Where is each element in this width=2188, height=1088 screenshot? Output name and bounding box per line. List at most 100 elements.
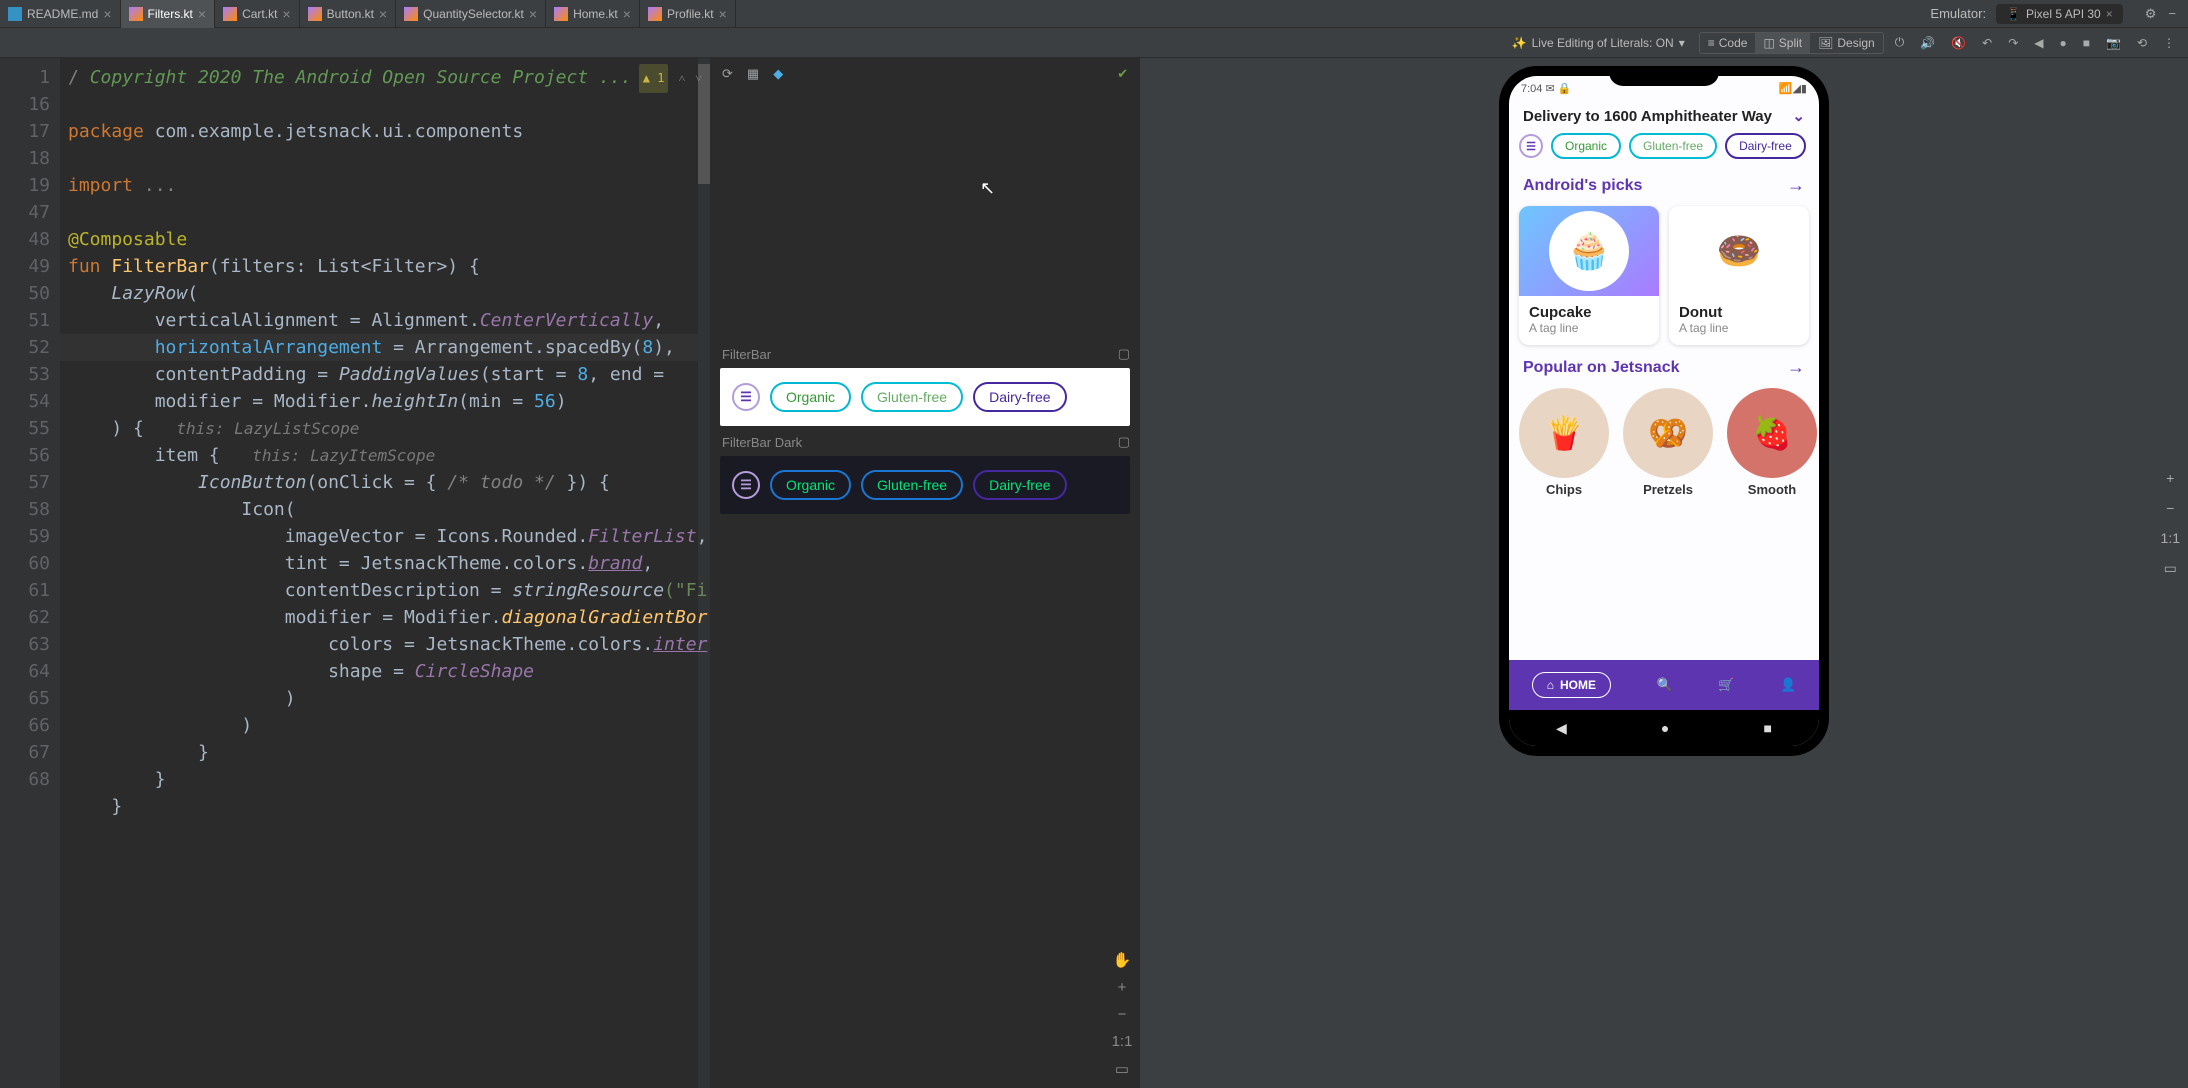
popular-chips[interactable]: 🍟Chips — [1519, 388, 1609, 497]
view-code[interactable]: ≡Code — [1700, 33, 1756, 53]
card-donut[interactable]: 🍩 DonutA tag line — [1669, 206, 1809, 345]
camera-icon[interactable]: 📷 — [2101, 36, 2126, 50]
chip-dairy[interactable]: Dairy-free — [973, 470, 1066, 500]
popular-pretzels[interactable]: 🥨Pretzels — [1623, 388, 1713, 497]
compose-preview: ⟳ ▦ ◆ ✔ ↖ FilterBar▢ ☰ Organic Gluten-fr… — [710, 58, 1140, 1088]
fit-icon[interactable]: ▭ — [2164, 560, 2177, 577]
code-editor[interactable]: 1161718194748495051525354555657585960616… — [0, 58, 710, 1088]
markdown-icon — [8, 7, 22, 21]
popular-smoothie[interactable]: 🍓Smooth — [1727, 388, 1817, 497]
snack-label: Chips — [1519, 482, 1609, 497]
home-icon[interactable]: ● — [2054, 36, 2071, 50]
chip-organic[interactable]: Organic — [1551, 133, 1621, 159]
arrow-right-icon[interactable]: → — [1787, 175, 1805, 196]
zoom-ratio[interactable]: 1:1 — [1110, 1033, 1134, 1050]
sys-back[interactable]: ◀ — [1556, 720, 1567, 737]
close-icon[interactable]: × — [379, 6, 387, 22]
close-icon[interactable]: × — [282, 6, 290, 22]
nav-cart-icon[interactable]: 🛒 — [1718, 677, 1734, 693]
view-mode-segment: ≡Code ◫Split 🖼Design — [1699, 32, 1884, 54]
inspection-markers[interactable]: ▲ 1 ˄ ˅ — [639, 64, 702, 93]
close-icon[interactable]: × — [198, 6, 206, 22]
kotlin-icon — [554, 7, 568, 21]
zoom-ratio[interactable]: 1:1 — [2161, 530, 2180, 546]
nav-search-icon[interactable]: 🔍 — [1657, 677, 1673, 693]
overview-icon[interactable]: ■ — [2078, 36, 2095, 50]
device-outline-icon[interactable]: ▢ — [1118, 434, 1130, 450]
view-split[interactable]: ◫Split — [1755, 33, 1810, 53]
filter-icon[interactable]: ☰ — [732, 383, 760, 411]
close-icon[interactable]: × — [719, 6, 727, 22]
nav-profile-icon[interactable]: 👤 — [1780, 677, 1796, 693]
chip-gluten[interactable]: Gluten-free — [1629, 133, 1717, 159]
picks-cards[interactable]: 🧁 CupcakeA tag line 🍩 DonutA tag line — [1509, 200, 1819, 351]
phone-notch — [1609, 66, 1719, 86]
section-popular: Popular on Jetsnack → — [1509, 351, 1819, 382]
preview-filterbar-light[interactable]: ☰ Organic Gluten-free Dairy-free — [720, 368, 1130, 426]
kotlin-icon — [404, 7, 418, 21]
more-icon[interactable]: ⋮ — [2158, 36, 2180, 50]
nav-home[interactable]: ⌂HOME — [1532, 672, 1611, 698]
zoom-out-button[interactable]: − — [2166, 500, 2174, 516]
snack-image: 🍩 — [1699, 211, 1779, 291]
close-icon[interactable]: × — [103, 6, 111, 22]
sys-home[interactable]: ● — [1661, 720, 1669, 736]
layers-icon[interactable]: ◆ — [773, 66, 783, 82]
chip-organic[interactable]: Organic — [770, 470, 851, 500]
close-icon[interactable]: × — [2106, 7, 2113, 21]
filter-icon[interactable]: ☰ — [732, 471, 760, 499]
popular-row[interactable]: 🍟Chips 🥨Pretzels 🍓Smooth — [1509, 382, 1819, 503]
sys-overview[interactable]: ■ — [1763, 720, 1771, 736]
chip-dairy[interactable]: Dairy-free — [973, 382, 1066, 412]
tab-button[interactable]: Button.kt× — [300, 0, 397, 28]
arrow-right-icon[interactable]: → — [1787, 357, 1805, 378]
close-icon[interactable]: × — [529, 6, 537, 22]
chip-organic[interactable]: Organic — [770, 382, 851, 412]
tab-quantity[interactable]: QuantitySelector.kt× — [396, 0, 546, 28]
rotate-right-icon[interactable]: ↷ — [2003, 36, 2023, 50]
filter-icon[interactable]: ☰ — [1519, 134, 1543, 158]
device-icon[interactable]: ▦ — [747, 66, 759, 82]
tab-readme[interactable]: README.md× — [0, 0, 121, 28]
section-title: Android's picks — [1523, 177, 1642, 195]
phone-frame: 7:04 ✉ 🔒📶◢▮ Delivery to 1600 Amphitheate… — [1499, 66, 1829, 756]
phone-screen[interactable]: 7:04 ✉ 🔒📶◢▮ Delivery to 1600 Amphitheate… — [1509, 76, 1819, 746]
gear-icon[interactable]: ⚙ — [2145, 6, 2157, 22]
zoom-in-button[interactable]: + — [1110, 979, 1134, 996]
tab-filters[interactable]: Filters.kt× — [121, 0, 216, 28]
fit-icon[interactable]: ▭ — [1110, 1060, 1134, 1078]
code-area[interactable]: ▲ 1 ˄ ˅ / Copyright 2020 The Android Ope… — [60, 58, 710, 1088]
back-icon[interactable]: ◀ — [2029, 36, 2048, 50]
tab-cart[interactable]: Cart.kt× — [215, 0, 300, 28]
refresh-icon[interactable]: ⟲ — [2132, 36, 2152, 50]
live-edit-toggle[interactable]: ✨Live Editing of Literals: ON▾ — [1512, 36, 1685, 50]
zoom-out-button[interactable]: − — [1110, 1006, 1134, 1023]
device-selector[interactable]: 📱Pixel 5 API 30× — [1996, 4, 2123, 24]
tab-profile[interactable]: Profile.kt× — [640, 0, 736, 28]
mouse-cursor: ↖ — [980, 178, 995, 199]
chevron-down-icon: ⌄ — [1792, 107, 1805, 125]
chevron-up-icon[interactable]: ˄ — [678, 65, 685, 92]
warning-badge[interactable]: ▲ 1 — [639, 64, 669, 93]
volume-up-icon[interactable]: 🔊 — [1915, 36, 1940, 50]
rotate-left-icon[interactable]: ↶ — [1977, 36, 1997, 50]
refresh-icon[interactable]: ⟳ — [722, 66, 733, 82]
preview-filterbar-dark[interactable]: ☰ Organic Gluten-free Dairy-free — [720, 456, 1130, 514]
pan-icon[interactable]: ✋ — [1110, 951, 1134, 969]
delivery-address[interactable]: Delivery to 1600 Amphitheater Way⌄ — [1509, 95, 1819, 133]
device-outline-icon[interactable]: ▢ — [1118, 346, 1130, 362]
volume-down-icon[interactable]: 🔇 — [1946, 36, 1971, 50]
chevron-down-icon[interactable]: ˅ — [695, 65, 702, 92]
minus-icon[interactable]: − — [2168, 6, 2176, 22]
chip-gluten[interactable]: Gluten-free — [861, 382, 963, 412]
zoom-in-button[interactable]: + — [2166, 470, 2174, 486]
card-cupcake[interactable]: 🧁 CupcakeA tag line — [1519, 206, 1659, 345]
tab-home[interactable]: Home.kt× — [546, 0, 640, 28]
close-icon[interactable]: × — [623, 6, 631, 22]
snack-image: 🧁 — [1549, 211, 1629, 291]
chip-dairy[interactable]: Dairy-free — [1725, 133, 1806, 159]
power-icon[interactable]: ⏻ — [1890, 35, 1910, 50]
chip-gluten[interactable]: Gluten-free — [861, 470, 963, 500]
source-code[interactable]: / Copyright 2020 The Android Open Source… — [68, 64, 710, 820]
view-design[interactable]: 🖼Design — [1810, 33, 1883, 53]
